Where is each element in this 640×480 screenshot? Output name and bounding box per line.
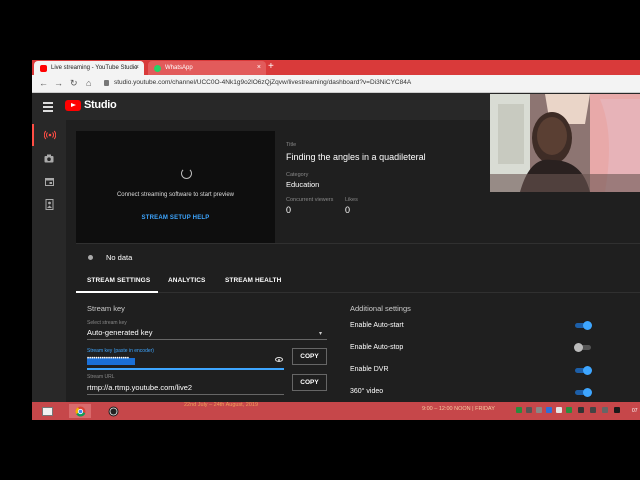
tab-analytics[interactable]: ANALYTICS xyxy=(168,277,206,284)
webcam-overlay xyxy=(490,94,640,192)
likes-stat: Likes 0 xyxy=(345,197,358,215)
stream-preview: Connect streaming software to start prev… xyxy=(76,131,275,243)
copy-url-button[interactable]: COPY xyxy=(292,374,327,391)
files-icon[interactable] xyxy=(36,404,58,418)
stream-key-select[interactable]: Auto-generated key xyxy=(87,328,152,337)
stream-url-field[interactable]: rtmp://a.rtmp.youtube.com/live2 xyxy=(87,383,192,392)
settings-tabs: STREAM SETTINGS ANALYTICS STREAM HEALTH xyxy=(76,269,640,293)
stats-row: Concurrent viewers 0 Likes 0 xyxy=(286,197,536,221)
forward-arrow-icon[interactable]: → xyxy=(54,78,63,88)
eye-icon[interactable] xyxy=(275,357,283,362)
auto-start-label: Enable Auto-start xyxy=(350,322,404,329)
key-underline xyxy=(87,368,284,370)
broadcast-icon xyxy=(44,130,56,140)
additional-settings-heading: Additional settings xyxy=(350,304,411,313)
auto-stop-label: Enable Auto-stop xyxy=(350,344,404,351)
tray-app-icon[interactable] xyxy=(578,407,584,413)
video-360-toggle[interactable] xyxy=(575,388,592,397)
tray-app-icon[interactable] xyxy=(516,407,522,413)
likes-label: Likes xyxy=(345,197,358,203)
screen: Live streaming - YouTube Studio × WhatsA… xyxy=(0,0,640,480)
video-360-label: 360° video xyxy=(350,388,384,395)
home-icon[interactable]: ⌂ xyxy=(86,78,91,88)
back-arrow-icon[interactable]: ← xyxy=(39,78,48,88)
taskbar: 22nd July – 24th August, 2019 9:00 – 12:… xyxy=(32,402,640,420)
stream-key-heading: Stream key xyxy=(87,304,125,313)
left-rail xyxy=(32,120,66,402)
toggle-knob xyxy=(574,343,583,352)
tab-youtube-studio[interactable]: Live streaming - YouTube Studio × xyxy=(34,61,144,75)
camera-icon xyxy=(44,154,54,162)
toggle-knob xyxy=(583,388,592,397)
viewers-stat: Concurrent viewers 0 xyxy=(286,197,333,215)
menu-icon[interactable] xyxy=(43,102,53,114)
stream-setup-help-link[interactable]: STREAM SETUP HELP xyxy=(76,215,275,221)
likes-value: 0 xyxy=(345,205,351,215)
url-underline xyxy=(87,394,284,395)
tab-stream-health[interactable]: STREAM HEALTH xyxy=(225,277,281,284)
copy-key-button[interactable]: COPY xyxy=(292,348,327,365)
network-icon[interactable] xyxy=(602,407,608,413)
tab-label: WhatsApp xyxy=(165,65,193,71)
toggle-knob xyxy=(583,366,592,375)
youtube-favicon-icon xyxy=(40,64,47,72)
new-tab-button[interactable]: + xyxy=(268,61,274,72)
tray-app-icon[interactable] xyxy=(556,407,562,413)
stream-key-field[interactable]: •••••••••••••••••••• xyxy=(87,356,129,362)
tab-whatsapp[interactable]: WhatsApp × xyxy=(148,61,266,75)
tray-app-icon[interactable] xyxy=(536,407,542,413)
rail-import[interactable] xyxy=(32,193,66,215)
battery-icon[interactable] xyxy=(614,407,620,413)
tray-app-icon[interactable] xyxy=(526,407,532,413)
tray-app-icon[interactable] xyxy=(546,407,552,413)
select-underline xyxy=(87,339,327,340)
document-icon xyxy=(45,198,53,210)
webcam-feed xyxy=(490,94,640,192)
toggle-knob xyxy=(583,321,592,330)
close-icon[interactable]: × xyxy=(257,64,261,71)
tray-app-icon[interactable] xyxy=(566,407,572,413)
banner-time-text: 9:00 – 12:00 NOON | FRIDAY xyxy=(422,406,495,412)
chevron-down-icon[interactable]: ▾ xyxy=(319,330,322,337)
address-bar: ← → ↻ ⌂ studio.youtube.com/channel/UCC0O… xyxy=(32,75,640,93)
rail-stream[interactable] xyxy=(32,124,66,146)
active-tab-indicator xyxy=(76,291,158,293)
loading-spinner-icon xyxy=(181,168,192,179)
close-icon[interactable]: × xyxy=(135,64,139,71)
status-dot-icon xyxy=(88,255,93,260)
chrome-icon[interactable] xyxy=(69,404,91,418)
url-input[interactable]: studio.youtube.com/channel/UCC0O-4Nk1g9o… xyxy=(114,79,411,86)
viewers-value: 0 xyxy=(286,205,292,215)
youtube-logo-icon[interactable] xyxy=(65,100,81,111)
obs-icon[interactable] xyxy=(102,404,124,418)
rail-webcam[interactable] xyxy=(32,147,66,169)
calendar-icon xyxy=(44,177,54,186)
status-text: No data xyxy=(106,253,133,262)
browser-tab-bar: Live streaming - YouTube Studio × WhatsA… xyxy=(32,60,640,75)
stream-key-label: Stream key (paste in encoder) xyxy=(87,348,154,354)
select-key-label: Select stream key xyxy=(87,320,127,326)
auto-start-toggle[interactable] xyxy=(575,321,592,330)
rail-manage[interactable] xyxy=(32,170,66,192)
viewers-label: Concurrent viewers xyxy=(286,197,334,203)
reload-icon[interactable]: ↻ xyxy=(70,78,78,89)
clock: 07 xyxy=(632,408,638,414)
stream-status: No data xyxy=(76,243,640,269)
tab-label: Live streaming - YouTube Studio xyxy=(51,65,138,71)
brand-name: Studio xyxy=(84,99,117,111)
auto-stop-toggle[interactable] xyxy=(574,343,591,352)
stream-url-label: Stream URL xyxy=(87,374,115,380)
lock-icon xyxy=(104,80,109,86)
tab-stream-settings[interactable]: STREAM SETTINGS xyxy=(87,277,150,284)
banner-date-text: 22nd July – 24th August, 2019 xyxy=(184,402,259,408)
dvr-toggle[interactable] xyxy=(575,366,592,375)
preview-message: Connect streaming software to start prev… xyxy=(116,192,235,198)
whatsapp-favicon-icon xyxy=(154,64,161,72)
dvr-label: Enable DVR xyxy=(350,366,389,373)
volume-icon[interactable] xyxy=(590,407,596,413)
